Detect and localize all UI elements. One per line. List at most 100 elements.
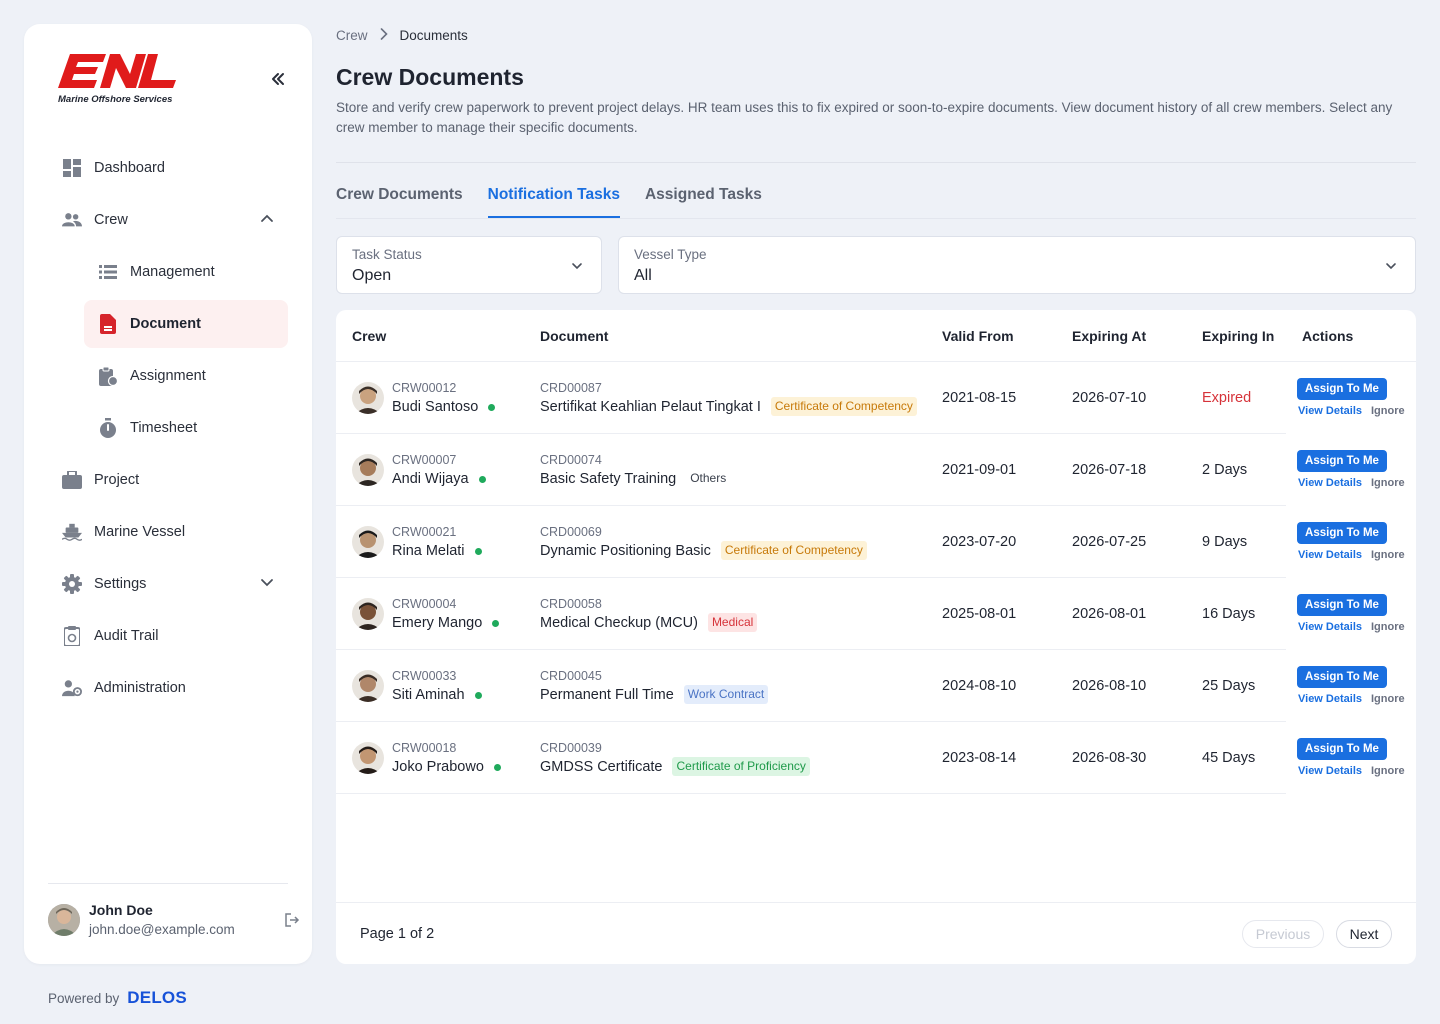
vessel-type-value: All	[634, 267, 652, 284]
breadcrumb-current: Documents	[399, 28, 468, 43]
user-name: John Doe	[89, 902, 153, 918]
sidebar-item-audit-trail[interactable]: Audit Trail	[48, 610, 288, 662]
next-page-button[interactable]: Next	[1336, 920, 1392, 948]
assign-to-me-button[interactable]: Assign To Me	[1297, 378, 1387, 400]
document-name: Dynamic Positioning Basic Certificate of …	[540, 541, 867, 560]
ignore-link[interactable]: Ignore	[1371, 621, 1405, 633]
sidebar-item-label: Dashboard	[94, 160, 165, 176]
crew-name-text: Siti Aminah	[392, 687, 465, 703]
crew-name-text: Andi Wijaya	[392, 471, 469, 487]
crew-name-text: Rina Melati	[392, 543, 465, 559]
document-icon	[98, 314, 118, 334]
expiring-at: 2026-07-10	[1072, 390, 1147, 406]
ignore-link[interactable]: Ignore	[1371, 549, 1405, 561]
assign-to-me-button[interactable]: Assign To Me	[1297, 594, 1387, 616]
previous-page-button[interactable]: Previous	[1242, 920, 1324, 948]
ignore-link[interactable]: Ignore	[1371, 477, 1405, 489]
document-category-badge: Certificate of Competency	[720, 541, 867, 560]
valid-from: 2021-08-15	[942, 390, 1017, 406]
crew-name: Andi Wijaya	[392, 471, 486, 487]
breadcrumb-parent[interactable]: Crew	[336, 28, 368, 43]
sidebar-item-dashboard[interactable]: Dashboard	[48, 142, 288, 194]
page-description: Store and verify crew paperwork to preve…	[336, 100, 1393, 135]
sidebar-item-marine-vessel[interactable]: Marine Vessel	[48, 506, 288, 558]
sidebar-nav: Dashboard Crew Management Document Assig…	[48, 142, 288, 714]
sidebar: Marine Offshore Services Dashboard Crew …	[24, 24, 312, 964]
document-id: CRD00087	[540, 381, 602, 395]
document-name: Basic Safety Training Others	[540, 469, 730, 488]
document-category-badge: Medical	[707, 613, 758, 632]
column-header-expiring-in: Expiring In	[1202, 328, 1275, 344]
crew-name-text: Joko Prabowo	[392, 759, 484, 775]
sidebar-item-crew[interactable]: Crew	[48, 194, 288, 246]
powered-by-brand: DELOS	[127, 988, 187, 1007]
user-cog-icon	[62, 678, 82, 698]
expiring-in: 16 Days	[1202, 606, 1256, 622]
crew-name: Joko Prabowo	[392, 759, 501, 775]
assign-to-me-button[interactable]: Assign To Me	[1297, 450, 1387, 472]
sidebar-item-timesheet[interactable]: Timesheet	[48, 402, 288, 454]
crew-avatar	[352, 670, 384, 702]
sidebar-item-assignment[interactable]: Assignment	[48, 350, 288, 402]
expiring-at: 2026-08-10	[1072, 678, 1147, 694]
chevron-down-icon	[1385, 259, 1397, 277]
document-name-text: Basic Safety Training	[540, 470, 677, 487]
chevron-down-icon	[571, 259, 583, 277]
table-footer-divider	[336, 902, 1416, 903]
assign-to-me-button[interactable]: Assign To Me	[1297, 666, 1387, 688]
sidebar-item-label: Marine Vessel	[94, 524, 186, 540]
sidebar-item-label: Management	[130, 264, 215, 280]
tab-notification-tasks[interactable]: Notification Tasks	[487, 186, 621, 218]
crew-name-text: Emery Mango	[392, 615, 483, 631]
table-row: CRW00021 Rina Melati CRD00069 Dynamic Posit…	[336, 506, 1416, 578]
clipboard-icon	[98, 366, 118, 386]
column-header-document: Document	[540, 328, 609, 344]
table-row: CRW00012 Budi Santoso CRD00087 Sertifikat K…	[336, 362, 1416, 434]
expiring-in: 2 Days	[1202, 462, 1248, 478]
crew-avatar	[352, 382, 384, 414]
online-status-dot	[478, 475, 486, 483]
assign-to-me-button[interactable]: Assign To Me	[1297, 522, 1387, 544]
view-details-link[interactable]: View Details	[1298, 405, 1362, 417]
view-details-link[interactable]: View Details	[1298, 693, 1362, 705]
vessel-type-select[interactable]: Vessel Type All	[618, 236, 1416, 294]
ignore-link[interactable]: Ignore	[1371, 765, 1405, 777]
chevron-right-icon	[380, 28, 388, 43]
table-header: Crew Document Valid From Expiring At Exp…	[336, 310, 1416, 362]
online-status-dot	[488, 403, 496, 411]
crew-name: Budi Santoso	[392, 399, 496, 415]
crew-id: CRW00018	[392, 741, 457, 755]
task-status-select[interactable]: Task Status Open	[336, 236, 602, 294]
sidebar-item-administration[interactable]: Administration	[48, 662, 288, 714]
powered-by-label: Powered by	[48, 990, 120, 1006]
expiring-in: Expired	[1202, 390, 1252, 406]
tab-assigned-tasks[interactable]: Assigned Tasks	[645, 186, 762, 218]
document-name: Medical Checkup (MCU) Medical	[540, 613, 758, 632]
breadcrumb: Crew Documents	[336, 28, 468, 43]
view-details-link[interactable]: View Details	[1298, 765, 1362, 777]
sidebar-item-management[interactable]: Management	[48, 246, 288, 298]
logout-icon[interactable]	[284, 912, 300, 928]
tab-crew-documents[interactable]: Crew Documents	[336, 186, 463, 218]
valid-from: 2023-08-14	[942, 750, 1017, 766]
view-details-link[interactable]: View Details	[1298, 621, 1362, 633]
assign-to-me-button[interactable]: Assign To Me	[1297, 738, 1387, 760]
ignore-link[interactable]: Ignore	[1371, 405, 1405, 417]
expiring-at: 2026-08-01	[1072, 606, 1147, 622]
sidebar-item-document[interactable]: Document	[84, 300, 288, 348]
view-details-link[interactable]: View Details	[1298, 477, 1362, 489]
sidebar-item-label: Document	[130, 316, 201, 332]
document-name: Sertifikat Keahlian Pelaut Tingkat I Cert…	[540, 397, 917, 416]
expiring-at: 2026-08-30	[1072, 750, 1147, 766]
collapse-sidebar-button[interactable]	[266, 70, 290, 94]
sidebar-item-project[interactable]: Project	[48, 454, 288, 506]
sidebar-item-label: Administration	[94, 680, 186, 696]
page-info: Page 1 of 2	[360, 926, 435, 942]
expiring-at: 2026-07-18	[1072, 462, 1147, 478]
row-divider	[336, 793, 1286, 794]
sidebar-divider	[48, 883, 288, 884]
sidebar-item-settings[interactable]: Settings	[48, 558, 288, 610]
view-details-link[interactable]: View Details	[1298, 549, 1362, 561]
crew-name-text: Budi Santoso	[392, 399, 479, 415]
ignore-link[interactable]: Ignore	[1371, 693, 1405, 705]
